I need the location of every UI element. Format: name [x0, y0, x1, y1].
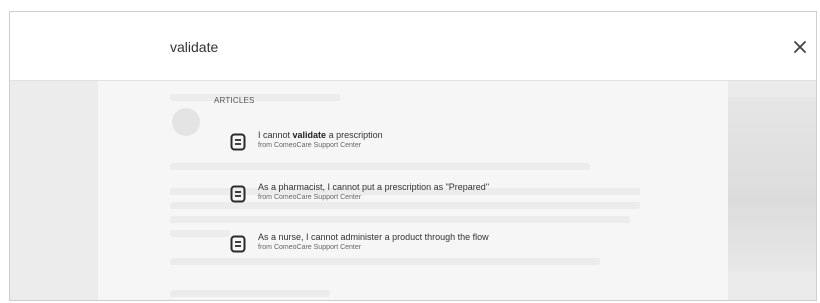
result-title: I cannot validate a prescription: [258, 130, 383, 140]
search-bar: [10, 12, 816, 81]
background-text-line: [170, 290, 330, 297]
result-title: As a pharmacist, I cannot put a prescrip…: [258, 182, 490, 192]
search-result-item[interactable]: I cannot validate a prescription from Co…: [230, 130, 610, 160]
result-source: from ComeoCare Support Center: [258, 194, 362, 201]
result-source: from ComeoCare Support Center: [258, 244, 362, 251]
background-left-panel: [10, 80, 98, 300]
search-result-item[interactable]: As a pharmacist, I cannot put a prescrip…: [230, 182, 610, 212]
search-results-dropdown: ARTICLES I cannot validate a prescriptio…: [170, 82, 630, 262]
search-result-item[interactable]: As a nurse, I cannot administer a produc…: [230, 232, 610, 262]
section-label-articles: ARTICLES: [214, 96, 255, 105]
article-icon: [230, 133, 246, 151]
close-icon: [794, 41, 806, 53]
close-button[interactable]: [790, 37, 810, 57]
article-icon: [230, 235, 246, 253]
result-highlight: validate: [292, 130, 327, 140]
search-input[interactable]: [170, 36, 730, 58]
search-overlay-frame: ARTICLES I cannot validate a prescriptio…: [9, 11, 817, 301]
result-source: from ComeoCare Support Center: [258, 142, 362, 149]
background-image: [728, 97, 816, 272]
article-icon: [230, 185, 246, 203]
result-title: As a nurse, I cannot administer a produc…: [258, 232, 489, 242]
